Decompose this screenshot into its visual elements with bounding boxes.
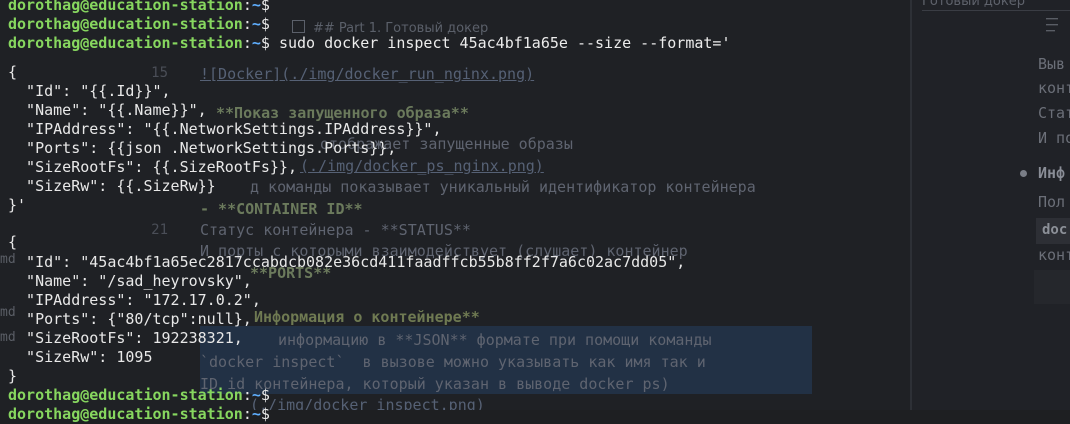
terminal-prompt-line: dorothag@education-station:~$ <box>8 386 270 404</box>
terminal-prompt-line: dorothag@education-station:~$ sudo docke… <box>8 34 731 52</box>
prompt-path: ~ <box>251 0 261 14</box>
prompt-user-host: dorothag@education-station <box>8 405 243 423</box>
terminal-output-line: "Name": "{{.Name}}", <box>8 101 207 119</box>
terminal-output-line: { <box>8 63 18 81</box>
terminal-output-line: "IPAddress": "{{.NetworkSettings.IPAddre… <box>8 120 442 138</box>
terminal-prompt-line: dorothag@education-station:~$ <box>8 0 270 15</box>
prompt-symbol: $ <box>260 405 270 423</box>
terminal-output-line: "SizeRootFs": 192238321, <box>8 329 243 347</box>
terminal-window[interactable]: dorothag@education-station:~$ dorothag@e… <box>0 0 910 423</box>
prompt-path: ~ <box>251 34 261 52</box>
terminal-output-line: { <box>8 233 18 251</box>
terminal-prompt-line: dorothag@education-station:~$ <box>8 405 270 423</box>
prompt-user-host: dorothag@education-station <box>8 386 243 404</box>
terminal-command: sudo docker inspect 45ac4bf1a65e --size … <box>278 34 731 52</box>
preview-inline-code: doc <box>1036 218 1070 244</box>
preview-line: Пол <box>1038 193 1066 211</box>
prompt-symbol: $ <box>260 386 270 404</box>
prompt-path: ~ <box>251 386 261 404</box>
preview-line: Стат <box>1038 104 1070 122</box>
preview-image-placeholder <box>1034 270 1070 304</box>
prompt-user-host: dorothag@education-station <box>8 15 243 33</box>
terminal-output-line: } <box>8 367 18 385</box>
terminal-output-line: }' <box>8 196 27 214</box>
terminal-output-line: "Id": "45ac4bf1a65ec2817ccabdcb082e36cd4… <box>8 253 686 271</box>
preview-header: Готовый докер <box>922 0 1070 11</box>
preview-line: Выв <box>1038 55 1066 73</box>
terminal-output-line: "SizeRootFs": {{.SizeRootFs}}, <box>8 158 297 176</box>
terminal-output-line: "SizeRw": {{.SizeRw}} <box>8 177 216 195</box>
terminal-output-line: "IPAddress": "172.17.0.2", <box>8 291 261 309</box>
preview-line: И по <box>1038 129 1070 147</box>
terminal-output-line: "Ports": {{json .NetworkSettings.Ports}}… <box>8 139 397 157</box>
preview-thumbnail: ▬▬▬▬ ▬▬▬▬ ▬▬▬ <box>1046 16 1059 34</box>
prompt-user-host: dorothag@education-station <box>8 34 243 52</box>
terminal-output-line: "SizeRw": 1095 <box>8 348 153 366</box>
terminal-output-line: "Ports": {"80/tcp":null}, <box>8 310 252 328</box>
bullet-icon <box>1020 170 1027 177</box>
prompt-path: ~ <box>251 15 261 33</box>
prompt-symbol: $ <box>260 0 270 14</box>
terminal-prompt-line: dorothag@education-station:~$ <box>8 15 270 33</box>
prompt-user-host: dorothag@education-station <box>8 0 243 14</box>
preview-line: конт <box>1038 246 1070 264</box>
terminal-output-line: "Id": "{{.Id}}", <box>8 82 171 100</box>
prompt-symbol: $ <box>260 15 270 33</box>
terminal-output-line: "Name": "/sad_heyrovsky", <box>8 272 252 290</box>
preview-line: конт <box>1038 79 1070 97</box>
prompt-path: ~ <box>251 405 261 423</box>
prompt-symbol: $ <box>260 34 270 52</box>
preview-bullet-heading: Инф <box>1038 164 1066 182</box>
